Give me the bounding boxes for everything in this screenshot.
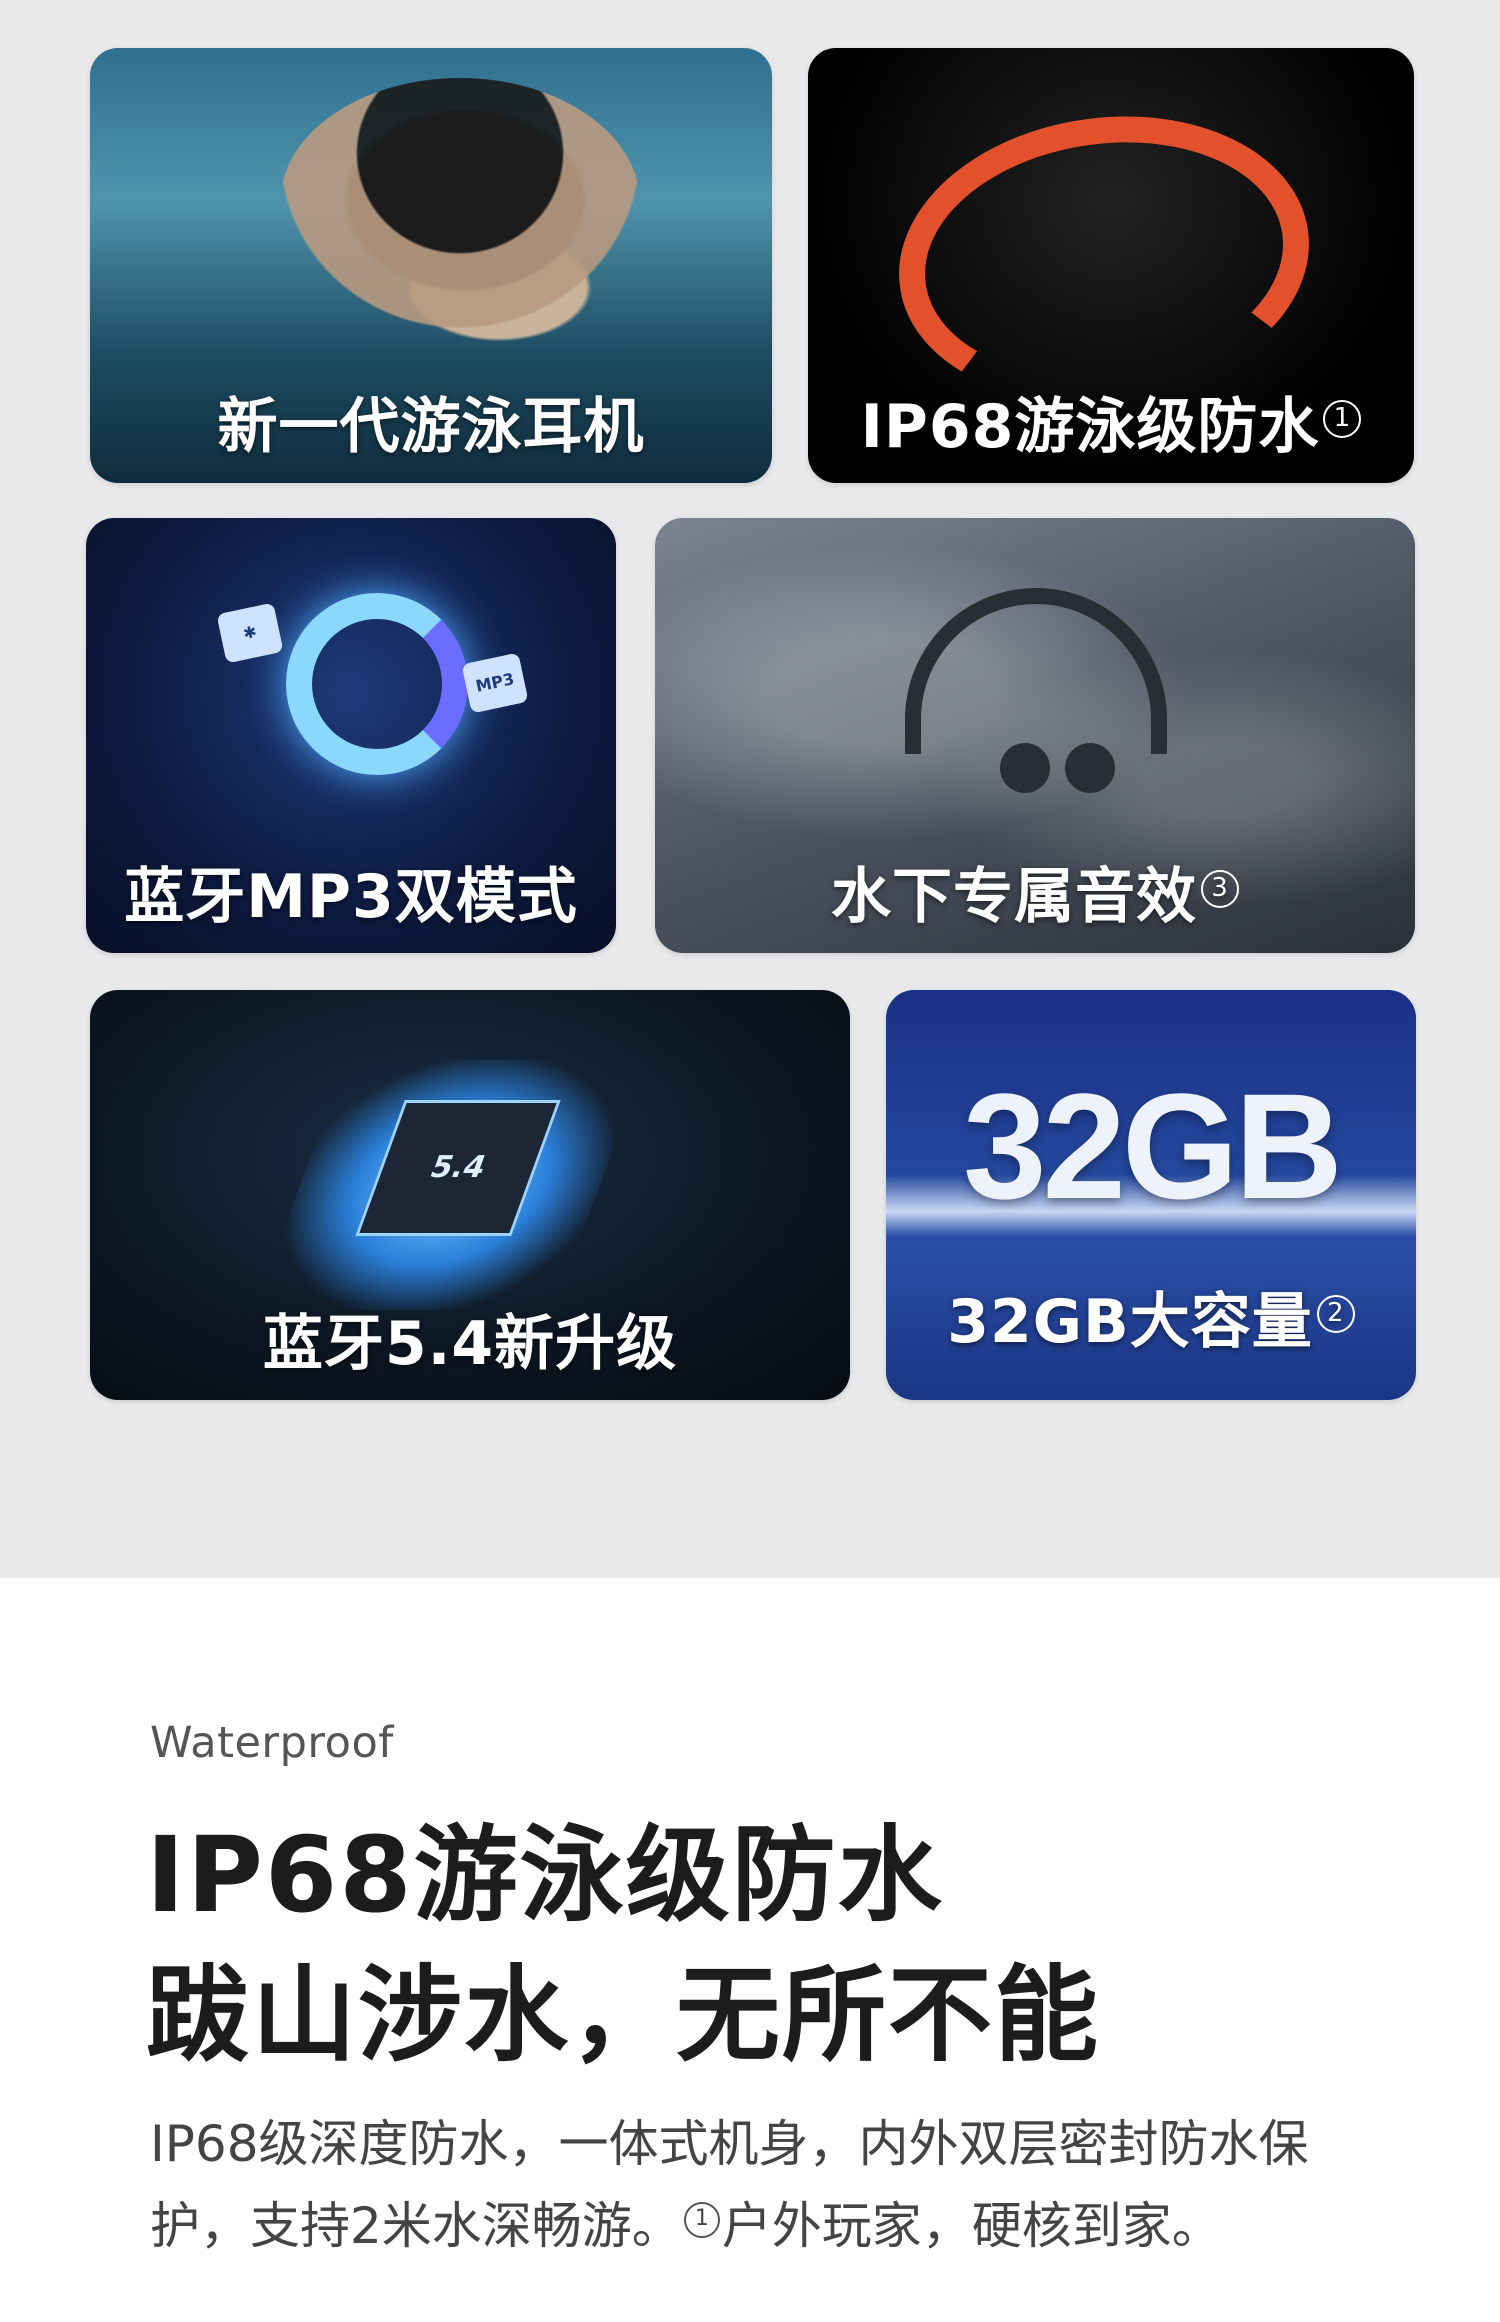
storage-big-text: 32GB bbox=[963, 1062, 1343, 1230]
feature-tile-dual-mode: ✱ MP3 蓝牙MP3双模式 bbox=[86, 518, 616, 953]
waterproof-section: Waterproof IP68游泳级防水 跋山涉水，无所不能 IP68级深度防水… bbox=[0, 1578, 1500, 2322]
section-subheadline: 跋山涉水，无所不能 bbox=[146, 1954, 1101, 2076]
feature-tile-bluetooth: 5.4 蓝牙5.4新升级 bbox=[90, 990, 850, 1400]
tile-caption: 新一代游泳耳机 bbox=[217, 392, 645, 462]
tile-caption: 水下专属音效 3 bbox=[655, 848, 1415, 935]
section-body: IP68级深度防水，一体式机身，内外双层密封防水保护，支持2米水深畅游。 1 户外玩… bbox=[150, 2115, 1309, 2255]
bluetooth-icon: ✱ bbox=[216, 602, 284, 664]
feature-tile-swimming: 新一代游泳耳机 bbox=[90, 48, 772, 483]
feature-tile-storage: 32GB 32GB大容量 2 bbox=[886, 990, 1416, 1400]
tile-caption: IP68游泳级防水 1 bbox=[808, 378, 1414, 465]
tile-caption: 蓝牙MP3双模式 bbox=[124, 862, 578, 932]
earpiece-right-icon bbox=[1065, 743, 1115, 793]
headphone-image bbox=[880, 90, 1328, 428]
section-eyebrow: Waterproof bbox=[150, 1718, 394, 1768]
footnote-marker: 3 bbox=[1201, 870, 1239, 908]
tile-caption: 蓝牙5.4新升级 bbox=[262, 1309, 678, 1379]
footnote-marker: 1 bbox=[1323, 400, 1362, 438]
earpiece-left-icon bbox=[1000, 743, 1050, 793]
feature-tile-underwater-audio: 水下专属音效 3 bbox=[655, 518, 1415, 953]
swimmer-image bbox=[280, 78, 640, 328]
headphone-image bbox=[905, 588, 1167, 754]
feature-tile-waterproof: IP68游泳级防水 1 bbox=[808, 48, 1414, 483]
footnote-marker: 1 bbox=[683, 2202, 720, 2239]
footnote-marker: 2 bbox=[1316, 1295, 1355, 1333]
mp3-icon: MP3 bbox=[461, 652, 529, 714]
sync-icon bbox=[286, 593, 468, 775]
tile-caption: 32GB大容量 2 bbox=[886, 1273, 1416, 1360]
section-headline: IP68游泳级防水 bbox=[146, 1814, 944, 1936]
